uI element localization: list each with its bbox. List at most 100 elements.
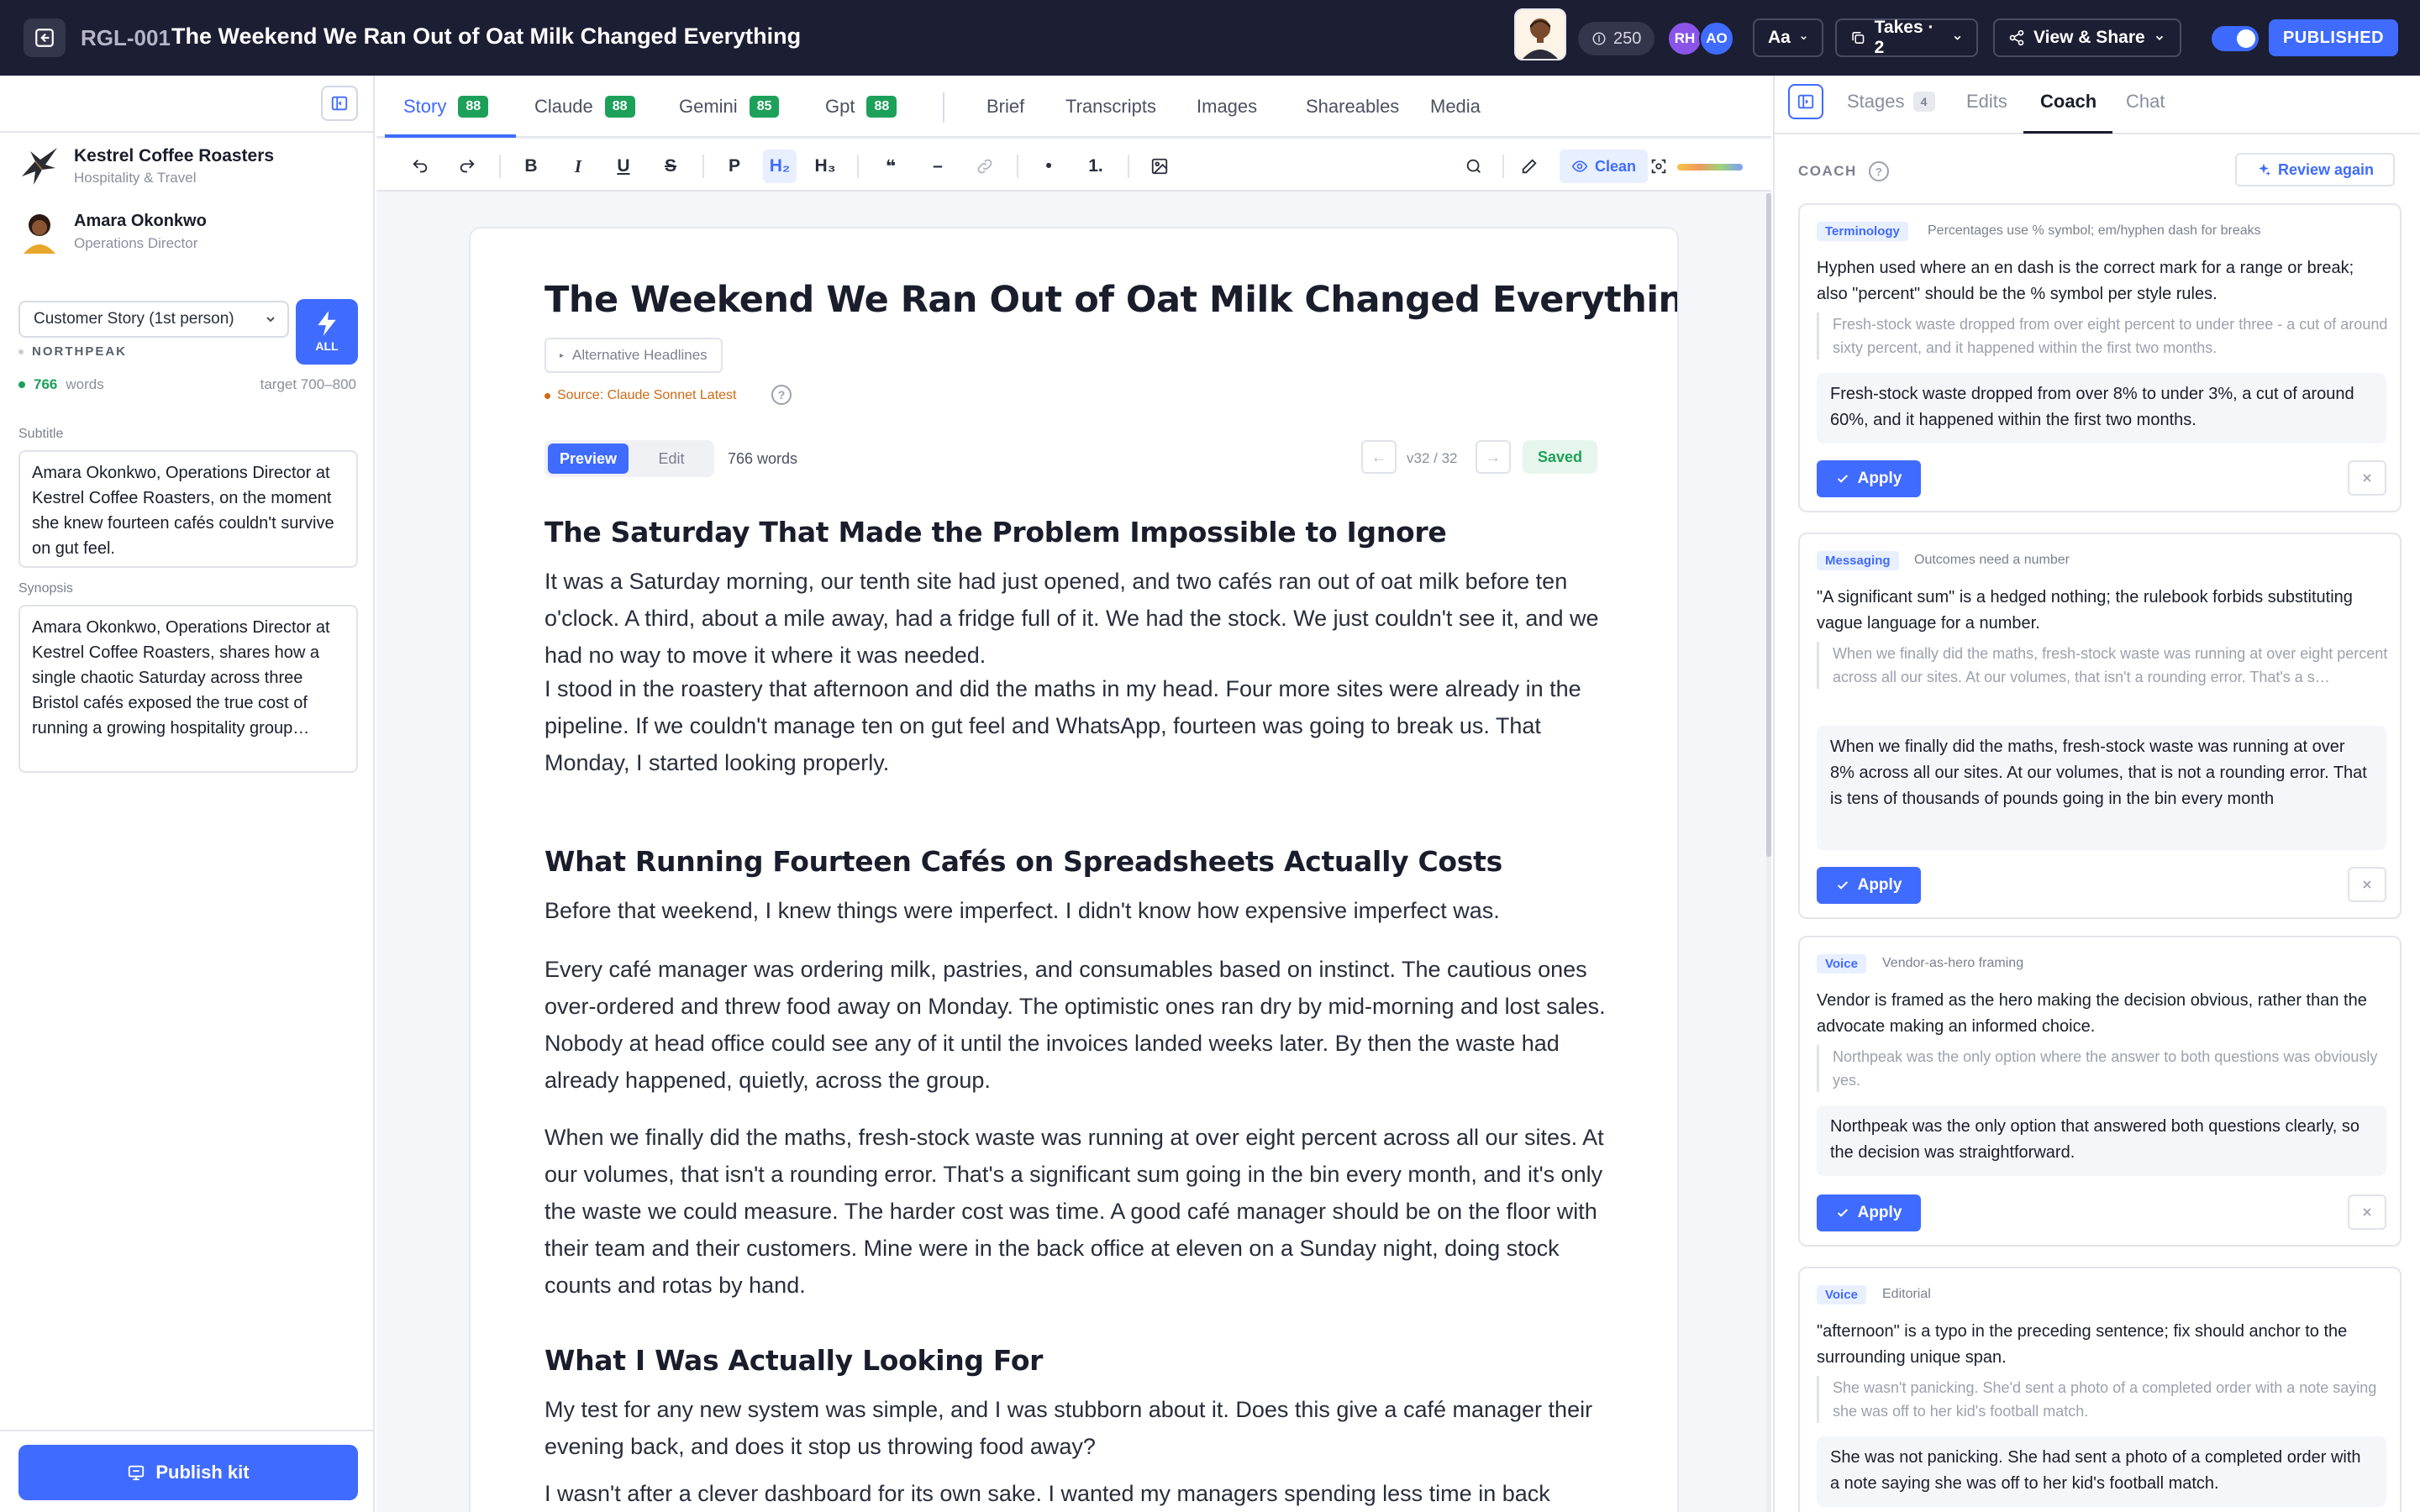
collapse-panel-button[interactable] xyxy=(1788,84,1823,119)
search-button[interactable] xyxy=(1457,150,1491,183)
link-button[interactable] xyxy=(968,150,1002,183)
dismiss-button[interactable] xyxy=(2348,1194,2386,1230)
section-heading[interactable]: What I Was Actually Looking For xyxy=(544,1344,1043,1377)
tab-images[interactable]: Images xyxy=(1197,92,1257,121)
view-share-button[interactable]: View & Share xyxy=(1993,18,2181,57)
heading2-button[interactable]: H₂ xyxy=(763,150,797,183)
takes-label: Takes · 2 xyxy=(1874,18,1934,57)
apply-button[interactable]: Apply xyxy=(1817,1194,1921,1231)
dash-button[interactable]: – xyxy=(921,150,955,183)
paragraph[interactable]: Every café manager was ordering milk, pa… xyxy=(544,951,1612,1099)
heading3-button[interactable]: H₃ xyxy=(808,150,842,183)
paragraph[interactable]: When we finally did the maths, fresh-sto… xyxy=(544,1119,1612,1304)
copy-icon xyxy=(1852,32,1865,44)
help-icon[interactable]: ? xyxy=(771,385,792,405)
next-version-button[interactable]: → xyxy=(1476,440,1511,474)
tab-claude[interactable]: Claude 88 xyxy=(534,92,635,121)
back-button[interactable] xyxy=(24,18,66,57)
scrollbar-thumb[interactable] xyxy=(1766,193,1771,857)
image-icon xyxy=(1151,158,1168,175)
section-heading[interactable]: The Saturday That Made the Problem Impos… xyxy=(544,516,1447,549)
tab-transcripts[interactable]: Transcripts xyxy=(1065,92,1156,121)
edit-mode-button[interactable]: Edit xyxy=(634,444,709,474)
category-tag: Terminology xyxy=(1817,222,1908,241)
subtitle-field[interactable]: Amara Okonkwo, Operations Director at Ke… xyxy=(18,450,358,568)
paragraph[interactable]: My test for any new system was simple, a… xyxy=(544,1391,1612,1465)
generate-all-button[interactable]: ALL xyxy=(296,299,358,365)
collapse-sidebar-button[interactable] xyxy=(321,86,358,121)
publish-kit-button[interactable]: Publish kit xyxy=(18,1445,358,1500)
score-badge: 88 xyxy=(866,96,897,118)
paragraph-button[interactable]: P xyxy=(718,150,751,183)
published-button[interactable]: PUBLISHED xyxy=(2269,19,2398,56)
quote-button[interactable]: ❝ xyxy=(874,150,908,183)
tab-shareables[interactable]: Shareables xyxy=(1306,92,1399,121)
redo-button[interactable] xyxy=(450,150,484,183)
word-count-label: words xyxy=(66,376,104,392)
person-role: Operations Director xyxy=(74,235,198,251)
apply-button[interactable]: Apply xyxy=(1817,460,1921,497)
strikethrough-button[interactable]: S xyxy=(654,150,687,183)
collaborator-avatar-rh[interactable]: RH xyxy=(1667,21,1702,56)
editor-area: Story 88 Claude 88 Gemini 85 Gpt 88 Brie… xyxy=(376,76,1771,1512)
publish-toggle[interactable] xyxy=(2212,26,2259,51)
document-word-count: 766 words xyxy=(728,450,798,467)
suggested-text: Fresh-stock waste dropped from over 8% t… xyxy=(1817,373,2386,444)
previous-version-button[interactable]: ← xyxy=(1361,440,1397,474)
document-title: The Weekend We Ran Out of Oat Milk Chang… xyxy=(171,24,802,49)
coach-section-header: COACH ? xyxy=(1798,161,1889,181)
tab-edits[interactable]: Edits xyxy=(1966,91,2007,113)
issue-description: "A significant sum" is a hedged nothing;… xyxy=(1817,588,2353,633)
clean-view-toggle[interactable]: Clean xyxy=(1560,150,1649,183)
synopsis-field[interactable]: Amara Okonkwo, Operations Director at Ke… xyxy=(18,605,358,773)
bold-button[interactable]: B xyxy=(514,150,548,183)
paragraph[interactable]: Before that weekend, I knew things were … xyxy=(544,892,1612,929)
dismiss-button[interactable] xyxy=(2348,460,2386,496)
tab-media[interactable]: Media xyxy=(1430,92,1481,121)
clean-label: Clean xyxy=(1595,157,1637,175)
issue-description: Hyphen used where an en dash is the corr… xyxy=(1817,259,2354,303)
review-again-button[interactable]: Review again xyxy=(2235,153,2395,186)
story-type-select[interactable]: Customer Story (1st person) xyxy=(18,301,289,338)
bullet-list-button[interactable]: • xyxy=(1032,150,1065,183)
paragraph[interactable]: I wasn't after a clever dashboard for it… xyxy=(544,1475,1612,1512)
generate-all-label: ALL xyxy=(315,339,339,353)
tab-story[interactable]: Story 88 xyxy=(403,92,489,121)
preview-mode-button[interactable]: Preview xyxy=(548,444,629,474)
alternative-headlines-button[interactable]: ▸ Alternative Headlines xyxy=(544,338,723,373)
numbered-list-button[interactable]: 1. xyxy=(1079,150,1113,183)
dismiss-button[interactable] xyxy=(2348,867,2386,902)
paragraph[interactable]: I stood in the roastery that afternoon a… xyxy=(544,670,1612,781)
help-icon[interactable]: ? xyxy=(1868,161,1889,181)
highlight-button[interactable] xyxy=(1512,150,1546,183)
original-text: She wasn't panicking. She'd sent a photo… xyxy=(1817,1376,2388,1423)
issue-description: "afternoon" is a typo in the preceding s… xyxy=(1817,1322,2348,1367)
story-title[interactable]: The Weekend We Ran Out of Oat Milk Chang… xyxy=(544,279,1677,321)
source-dot xyxy=(544,392,550,399)
takes-button[interactable]: Takes · 2 xyxy=(1835,18,1978,57)
word-count-row: 766 words xyxy=(18,376,104,393)
insert-image-button[interactable] xyxy=(1143,150,1176,183)
paragraph[interactable]: It was a Saturday morning, our tenth sit… xyxy=(544,563,1612,674)
panel-tabs: Stages 4 Edits Coach Chat xyxy=(1775,76,2420,134)
score-badge: 88 xyxy=(458,96,489,118)
italic-button[interactable]: I xyxy=(561,150,595,183)
saved-status: Saved xyxy=(1523,440,1598,474)
apply-button[interactable]: Apply xyxy=(1817,867,1921,904)
focus-icon xyxy=(1651,159,1666,174)
underline-button[interactable]: U xyxy=(607,150,640,183)
tab-brief[interactable]: Brief xyxy=(986,92,1024,121)
collaborator-avatar-ao[interactable]: AO xyxy=(1699,21,1734,56)
tab-chat[interactable]: Chat xyxy=(2126,91,2165,113)
tab-gemini[interactable]: Gemini 85 xyxy=(679,92,780,121)
tab-stages[interactable]: Stages 4 xyxy=(1847,91,1935,113)
tab-gpt[interactable]: Gpt 88 xyxy=(825,92,897,121)
user-avatar[interactable] xyxy=(1514,8,1566,60)
review-again-label: Review again xyxy=(2277,160,2375,178)
section-heading[interactable]: What Running Fourteen Cafés on Spreadshe… xyxy=(544,845,1502,878)
monitor-icon xyxy=(129,1465,145,1481)
tab-coach[interactable]: Coach xyxy=(2040,91,2096,113)
focus-button[interactable] xyxy=(1642,150,1676,183)
font-settings-button[interactable]: Aa xyxy=(1753,18,1823,57)
undo-button[interactable] xyxy=(403,150,437,183)
